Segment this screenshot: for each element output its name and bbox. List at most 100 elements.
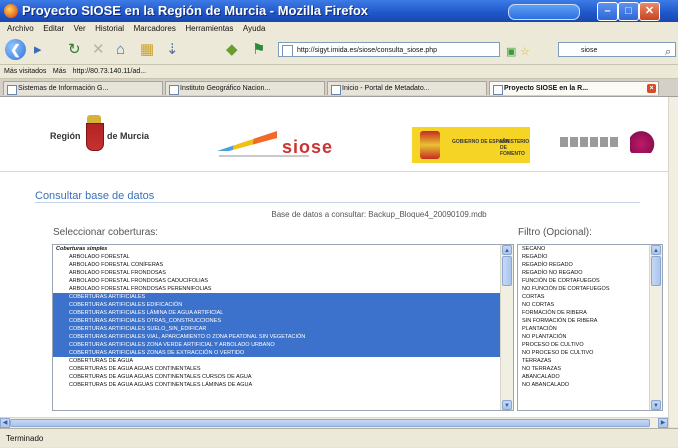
bookmark-most-visited[interactable]: Más visitados <box>4 65 46 78</box>
tab-strip: Sistemas de Información G... Instituto G… <box>0 79 678 97</box>
addon-icon[interactable]: ▦ <box>140 41 154 59</box>
filter-scrollbar[interactable]: ▲ ▼ <box>649 245 662 410</box>
scroll-right-icon[interactable]: ▶ <box>658 418 668 428</box>
coverage-option[interactable]: ARBOLADO FORESTAL <box>53 253 513 261</box>
coverage-option[interactable]: COBERTURAS DE AGUA AGUAS CONTINENTALES <box>53 365 513 373</box>
menu-historial[interactable]: Historial <box>95 22 124 36</box>
menu-archivo[interactable]: Archivo <box>7 22 34 36</box>
feed-icon[interactable]: ▣ <box>506 43 516 61</box>
tab-instituto[interactable]: Instituto Geográfico Nacion... <box>165 81 325 95</box>
filter-option[interactable]: NO TERRAZAS <box>518 365 662 373</box>
ministerio-text: MINISTERIO DE FOMENTO <box>500 139 530 157</box>
title-bar: Proyecto SIOSE en la Región de Murcia - … <box>0 0 678 22</box>
filter-option[interactable]: NO CORTAS <box>518 301 662 309</box>
filter-option[interactable]: PLANTACIÓN <box>518 325 662 333</box>
scroll-thumb[interactable] <box>651 256 661 286</box>
scroll-down-icon[interactable]: ▼ <box>502 400 512 410</box>
coverage-option[interactable]: ARBOLADO FORESTAL FRONDOSAS CADUCIFOLIAS <box>53 277 513 285</box>
coverage-option[interactable]: ARBOLADO FORESTAL CONÍFERAS <box>53 261 513 269</box>
taskbar-widget <box>508 4 580 20</box>
filter-option[interactable]: REGADÍO REGADO <box>518 261 662 269</box>
coverage-option[interactable]: COBERTURAS ARTIFICIALES VIAL, APARCAMIEN… <box>53 333 513 341</box>
bookmark-ip[interactable]: http://80.73.140.11/ad... <box>73 65 146 78</box>
murcia-text: de Murcia <box>107 131 150 141</box>
tab-page-icon <box>331 85 341 95</box>
coverage-option[interactable]: COBERTURAS DE AGUA AGUAS CONTINENTALES L… <box>53 381 513 389</box>
filter-option[interactable]: CORTAS <box>518 293 662 301</box>
back-button[interactable]: ❮ <box>5 39 26 60</box>
database-line: Base de datos a consultar: Backup_Bloque… <box>271 210 487 219</box>
search-input[interactable]: siose <box>558 42 676 57</box>
select-coverages-label: Seleccionar coberturas: <box>53 227 159 238</box>
menu-ver[interactable]: Ver <box>74 22 86 36</box>
coverage-option[interactable]: COBERTURAS ARTIFICIALES OTRAS_CONSTRUCCI… <box>53 317 513 325</box>
tab-page-icon <box>169 85 179 95</box>
coverage-option[interactable]: COBERTURAS DE AGUA AGUAS CONTINENTALES C… <box>53 373 513 381</box>
filter-option[interactable]: PROCESO DE CULTIVO <box>518 341 662 349</box>
coverage-option[interactable]: COBERTURAS ARTIFICIALES ZONA VERDE ARTIF… <box>53 341 513 349</box>
coverage-option[interactable]: COBERTURAS ARTIFICIALES EDIFICACIÓN <box>53 301 513 309</box>
search-text: siose <box>581 47 598 54</box>
coverage-option[interactable]: COBERTURAS ARTIFICIALES LÁMINA DE AGUA A… <box>53 309 513 317</box>
menu-editar[interactable]: Editar <box>43 22 64 36</box>
ext-icon[interactable]: ⚑ <box>252 41 265 59</box>
coverage-option[interactable]: COBERTURAS ARTIFICIALES SUELO_SIN_EDIFIC… <box>53 325 513 333</box>
tab-close-icon[interactable]: × <box>647 84 656 93</box>
search-icon[interactable]: ⌕ <box>665 43 671 61</box>
gobierno-logo: GOBIERNO DE ESPAÑA MINISTERIO DE FOMENTO <box>412 127 530 163</box>
coverage-option[interactable]: ARBOLADO FORESTAL FRONDOSAS <box>53 269 513 277</box>
download-icon[interactable]: ⇣ <box>166 41 179 59</box>
tab-sistemas[interactable]: Sistemas de Información G... <box>3 81 163 95</box>
scroll-up-icon[interactable]: ▲ <box>502 245 512 255</box>
menu-herramientas[interactable]: Herramientas <box>185 22 233 36</box>
filter-option[interactable]: ABANCALADO <box>518 373 662 381</box>
filter-option[interactable]: FUNCIÓN DE CORTAFUEGOS <box>518 277 662 285</box>
coverage-select[interactable]: Coberturas simples ARBOLADO FORESTAL ARBOL… <box>52 244 514 411</box>
coverage-option[interactable]: ARBOLADO FORESTAL FRONDOSAS PERENNIFOLIA… <box>53 285 513 293</box>
coverage-scrollbar[interactable]: ▲ ▼ <box>500 245 513 410</box>
bookmark-star-icon[interactable]: ☆ <box>520 43 530 61</box>
minimize-button[interactable]: – <box>597 2 618 21</box>
scroll-thumb[interactable] <box>502 256 512 286</box>
filter-option[interactable]: NO PLANTACIÓN <box>518 333 662 341</box>
filter-option[interactable]: SECANO <box>518 245 662 253</box>
coverage-option[interactable]: COBERTURAS ARTIFICIALES ZONAS DE EXTRACC… <box>53 349 513 357</box>
filter-option[interactable]: NO ABANCALADO <box>518 381 662 389</box>
filter-option[interactable]: NO PROCESO DE CULTIVO <box>518 349 662 357</box>
horizontal-thumb[interactable] <box>10 419 650 427</box>
tab-page-icon <box>7 85 17 95</box>
page-vertical-scrollbar[interactable] <box>668 97 678 427</box>
page-horizontal-scrollbar[interactable]: ◀ ▶ <box>0 417 668 428</box>
coverage-option[interactable]: COBERTURAS ARTIFICIALES <box>53 293 513 301</box>
filter-option[interactable]: FORMACIÓN DE RIBERA <box>518 309 662 317</box>
filter-option[interactable]: REGADÍO NO REGADO <box>518 269 662 277</box>
close-button[interactable]: ✕ <box>639 2 660 21</box>
filter-option[interactable]: NO FUNCIÓN DE CORTAFUEGOS <box>518 285 662 293</box>
tab-proyecto-siose[interactable]: Proyecto SIOSE en la R... × <box>489 81 659 95</box>
tab-label: Instituto Geográfico Nacion... <box>180 85 271 92</box>
menu-ayuda[interactable]: Ayuda <box>243 22 266 36</box>
tab-inicio[interactable]: Inicio - Portal de Metadato... <box>327 81 487 95</box>
navigation-toolbar: ❮ ▸ ↻ ✕ ⌂ ▦ ⇣ ◆ ⚑ http://sigyt.imida.es/… <box>0 36 678 65</box>
scroll-left-icon[interactable]: ◀ <box>0 418 10 428</box>
filter-option[interactable]: REGADÍO <box>518 253 662 261</box>
menu-marcadores[interactable]: Marcadores <box>134 22 176 36</box>
scroll-down-icon[interactable]: ▼ <box>651 400 661 410</box>
scroll-up-icon[interactable]: ▲ <box>651 245 661 255</box>
home-icon[interactable]: ⌂ <box>116 41 125 59</box>
bookmark-more[interactable]: Más <box>53 65 66 78</box>
stop-icon[interactable]: ✕ <box>92 41 105 59</box>
filter-option[interactable]: SIN FORMACIÓN DE RIBERA <box>518 317 662 325</box>
filter-option[interactable]: TERRAZAS <box>518 357 662 365</box>
filter-select[interactable]: SECANO REGADÍO REGADÍO REGADO REGADÍO NO RE… <box>517 244 663 411</box>
logo-header: Región de Murcia siose GOBIERNO DE ESPAÑ… <box>0 97 678 172</box>
heading-divider <box>35 202 640 203</box>
coverage-option[interactable]: COBERTURAS DE AGUA <box>53 357 513 365</box>
maximize-button[interactable]: □ <box>618 2 639 21</box>
tab-label: Sistemas de Información G... <box>18 85 109 92</box>
coverage-group-header[interactable]: Coberturas simples <box>53 245 513 253</box>
reload-icon[interactable]: ↻ <box>68 41 81 59</box>
forward-icon[interactable]: ▸ <box>34 41 42 59</box>
url-bar[interactable]: http://sigyt.imida.es/siose/consulta_sio… <box>278 42 500 57</box>
tool-icon[interactable]: ◆ <box>226 41 238 59</box>
